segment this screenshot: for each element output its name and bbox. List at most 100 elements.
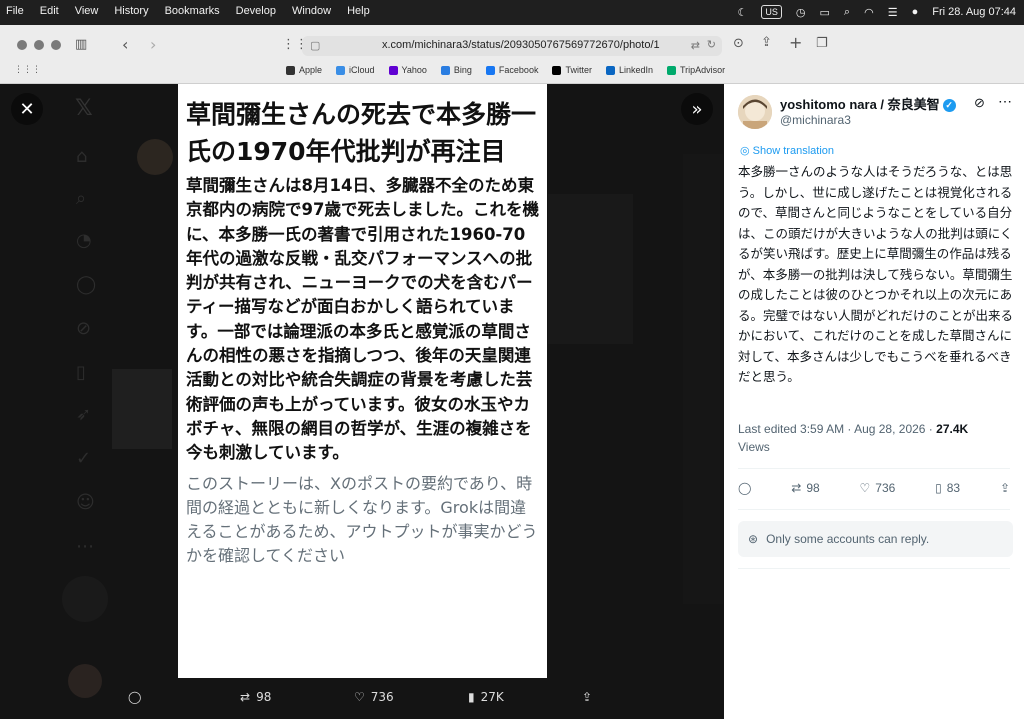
menu-bookmarks[interactable]: Bookmarks xyxy=(165,5,220,17)
menu-develop[interactable]: Develop xyxy=(236,5,276,17)
input-source[interactable]: US xyxy=(761,5,782,19)
time-machine-icon[interactable]: ◷ xyxy=(796,6,806,19)
bookmark-linkedin[interactable]: LinkedIn xyxy=(605,65,653,75)
views-count: 27.4K xyxy=(936,422,969,436)
more-icon: ⋯ xyxy=(76,536,94,557)
zoom-window-button[interactable] xyxy=(51,40,61,50)
new-tab-icon[interactable]: + xyxy=(789,33,802,52)
edited-timestamp[interactable]: Last edited 3:59 AM · Aug 28, 2026 · xyxy=(738,422,936,436)
premium-icon: ➶ xyxy=(76,404,92,425)
close-viewer-button[interactable]: ✕ xyxy=(11,93,43,125)
control-center-icon[interactable]: ☰ xyxy=(888,6,898,19)
share-button[interactable]: ⇪ xyxy=(1000,481,1010,495)
close-icon: ✕ xyxy=(19,98,35,120)
window-controls xyxy=(17,40,61,50)
viewer-share-button[interactable]: ⇪ xyxy=(582,690,592,704)
more-options-icon[interactable]: ⋯ xyxy=(998,93,1012,110)
spotlight-icon[interactable]: ⌕ xyxy=(844,6,850,19)
explore-icon: ⌕ xyxy=(76,188,87,209)
messages-icon: ◯ xyxy=(76,274,97,295)
x-logo-icon: 𝕏 xyxy=(75,96,93,121)
wifi-icon[interactable]: ◠ xyxy=(864,6,874,19)
grok-icon: ⊘ xyxy=(76,318,92,339)
divider xyxy=(738,509,1010,510)
reply-icon: ◯ xyxy=(738,481,752,495)
tabs-icon[interactable]: ❐ xyxy=(816,36,828,51)
reply-button[interactable]: ◯ xyxy=(738,481,751,495)
compose-icon xyxy=(62,576,108,622)
show-translation-link[interactable]: ◎ Show translation xyxy=(740,144,834,157)
moon-icon[interactable]: ☾ xyxy=(738,6,748,19)
share-icon: ⇪ xyxy=(999,481,1010,495)
address-bar[interactable]: ▢ x.com/michinara3/status/20930507675697… xyxy=(302,36,722,56)
menu-history[interactable]: History xyxy=(114,5,148,17)
tweet-actions: ◯ ⇄ 98 ♡ 736 ▯ 83 ⇪ xyxy=(738,481,1010,495)
viewer-like-button[interactable]: ♡ 736 xyxy=(354,690,394,704)
reply-icon: ◯ xyxy=(128,690,142,704)
bg-tweet-text xyxy=(548,194,633,344)
photo-image[interactable]: 草間彌生さんの死去で本多勝一氏の1970年代批判が再注目 草間彌生さんは8月14… xyxy=(178,84,547,678)
viewer-retweet-button[interactable]: ⇄ 98 xyxy=(240,690,271,704)
divider xyxy=(738,568,1010,569)
grok-analyze-icon[interactable]: ⊘ xyxy=(974,95,985,111)
viewer-actions: ◯ ⇄ 98 ♡ 736 ▮ 27K ⇪ xyxy=(0,684,724,714)
minimize-window-button[interactable] xyxy=(34,40,44,50)
like-button[interactable]: ♡ 736 xyxy=(860,481,896,495)
menu-edit[interactable]: Edit xyxy=(40,5,59,17)
yahoo-icon xyxy=(388,65,398,75)
bookmark-twitter[interactable]: Twitter xyxy=(552,65,592,75)
menu-view[interactable]: View xyxy=(75,5,99,17)
menu-bar: File Edit View History Bookmarks Develop… xyxy=(0,0,1024,25)
search-icon xyxy=(440,65,450,75)
expand-panel-button[interactable]: » xyxy=(681,93,713,125)
bookmark-tripadvisor[interactable]: TripAdvisor xyxy=(667,65,725,75)
back-icon[interactable]: ‹ xyxy=(122,35,128,54)
bookmark-button[interactable]: ▯ 83 xyxy=(935,481,960,495)
reload-icon[interactable]: ↻ xyxy=(707,38,716,51)
bookmark-icloud[interactable]: iCloud xyxy=(336,65,375,75)
heart-icon: ♡ xyxy=(859,481,871,495)
bg-right-column xyxy=(683,154,723,604)
share-icon[interactable]: ⇪ xyxy=(761,35,772,50)
translate-icon: ◎ xyxy=(740,145,750,157)
heart-icon: ♡ xyxy=(354,690,365,704)
lock-icon: ⊛ xyxy=(748,532,759,546)
bookmarks-bar: Apple iCloud Yahoo Bing Facebook Twitter… xyxy=(286,65,725,75)
reply-restriction-notice: ⊛ Only some accounts can reply. xyxy=(738,521,1013,557)
bg-headline xyxy=(112,369,172,449)
viewer-views-button[interactable]: ▮ 27K xyxy=(468,690,504,704)
bookmark-facebook[interactable]: Facebook xyxy=(485,65,538,75)
share-icon: ⇪ xyxy=(582,690,593,704)
apple-icon xyxy=(286,65,295,75)
menu-file[interactable]: File xyxy=(6,5,24,17)
bookmark-apple[interactable]: Apple xyxy=(286,65,322,75)
sidebar-icon[interactable]: ▥ xyxy=(75,37,87,52)
display-name[interactable]: yoshitomo nara / 奈良美智 ✓ xyxy=(780,94,956,113)
verified-nav-icon: ✓ xyxy=(76,448,92,469)
bookmark-icon: ▯ xyxy=(935,481,942,495)
url-text[interactable]: x.com/michinara3/status/2093050767569772… xyxy=(382,39,660,51)
user-handle[interactable]: @michinara3 xyxy=(780,113,851,127)
retweet-button[interactable]: ⇄ 98 xyxy=(791,481,819,495)
tripadvisor-icon xyxy=(667,65,676,75)
forward-icon[interactable]: › xyxy=(150,35,156,54)
translate-icon[interactable]: ⇄ xyxy=(691,39,700,52)
tweet-meta: Last edited 3:59 AM · Aug 28, 2026 · 27.… xyxy=(738,420,1018,456)
avatar[interactable] xyxy=(738,95,772,129)
cloud-icon xyxy=(336,65,346,75)
siri-icon[interactable]: ● xyxy=(912,6,919,18)
photo-headline: 草間彌生さんの死去で本多勝一氏の1970年代批判が再注目 xyxy=(186,100,537,166)
linkedin-icon xyxy=(605,65,615,75)
download-icon[interactable]: ⊙ xyxy=(733,36,744,51)
favorites-grid-icon[interactable]: ⋮⋮⋮ xyxy=(14,65,41,75)
bookmark-yahoo[interactable]: Yahoo xyxy=(388,65,427,75)
viewer-reply-button[interactable]: ◯ xyxy=(128,690,141,704)
menu-help[interactable]: Help xyxy=(347,5,370,17)
x-icon xyxy=(552,65,562,75)
bookmark-bing[interactable]: Bing xyxy=(440,65,472,75)
battery-icon[interactable]: ▭ xyxy=(820,6,830,19)
photo-body: 草間彌生さんは8月14日、多臓器不全のため東京都内の病院で97歳で死去しました。… xyxy=(186,176,539,463)
menu-window[interactable]: Window xyxy=(292,5,331,17)
clock[interactable]: Fri 28. Aug 07:44 xyxy=(932,6,1016,18)
close-window-button[interactable] xyxy=(17,40,27,50)
